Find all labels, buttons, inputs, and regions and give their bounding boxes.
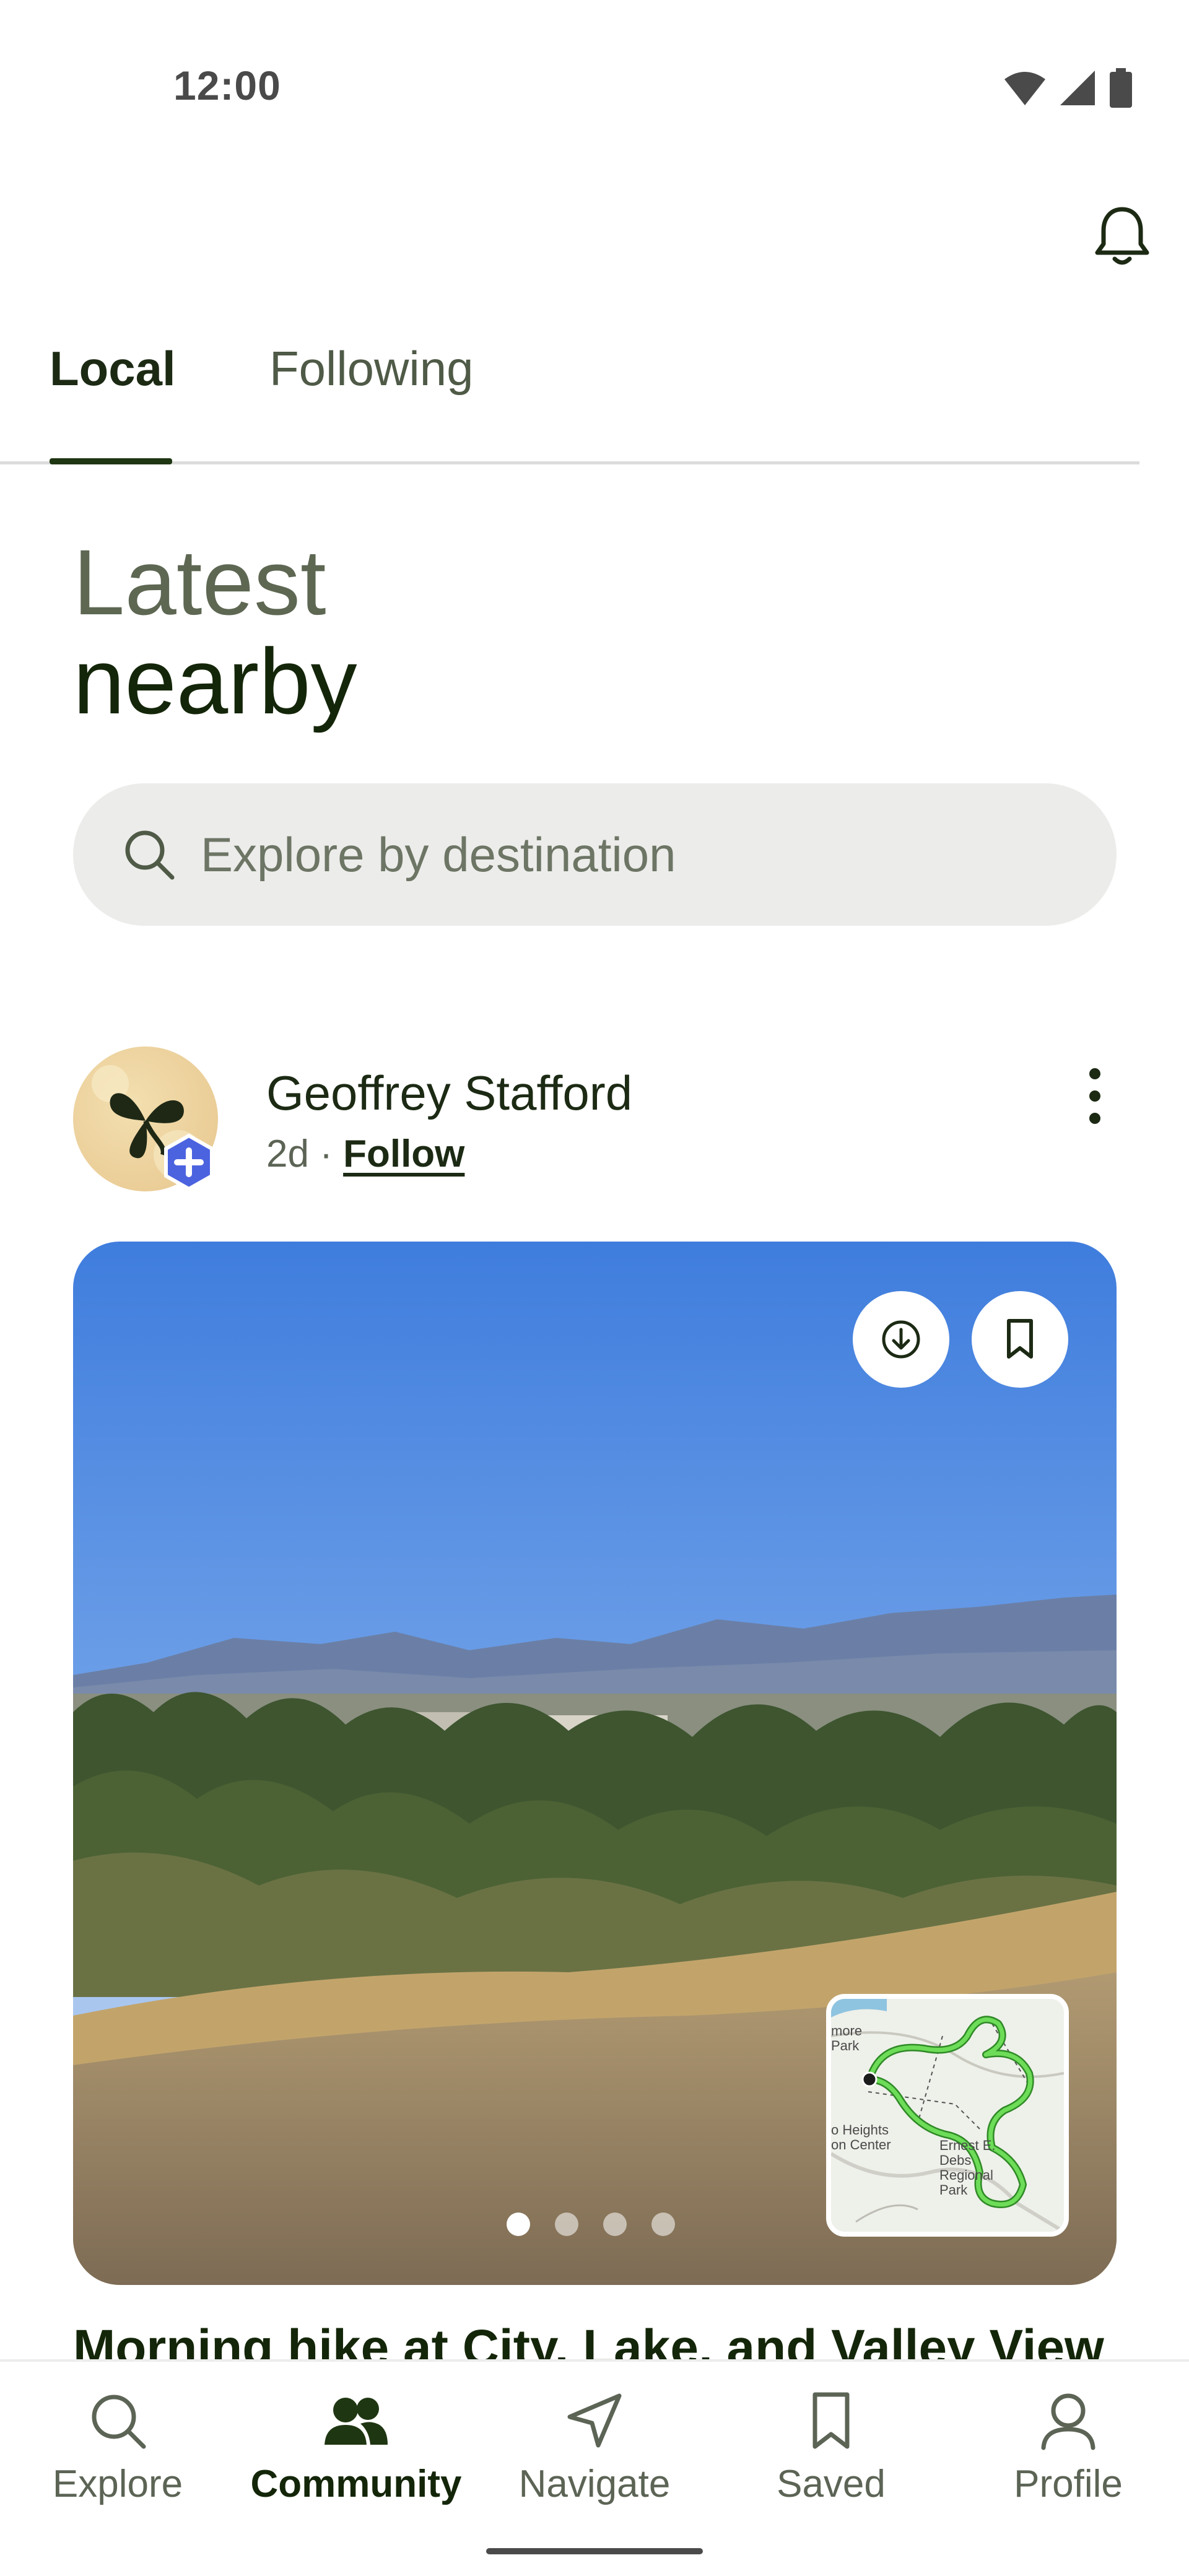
navigate-icon	[567, 2393, 622, 2448]
nav-profile-label: Profile	[1014, 2463, 1123, 2505]
map-label-center: o Heights on Center	[831, 2122, 891, 2152]
follow-link[interactable]: Follow	[343, 1133, 464, 1175]
status-icons	[1003, 68, 1133, 108]
post-photo-carousel[interactable]: more Park o Heights on Center Ernest E. …	[73, 1242, 1117, 2285]
page-title: Latest nearby	[73, 533, 357, 731]
home-indicator[interactable]	[486, 2548, 703, 2554]
carousel-dot[interactable]	[507, 2213, 530, 2236]
plus-member-badge-icon	[164, 1133, 214, 1191]
post-meta: 2d · Follow	[266, 1132, 464, 1176]
map-label-park: more Park	[831, 2023, 863, 2053]
nav-explore[interactable]: Explore	[0, 2387, 235, 2506]
carousel-dot[interactable]	[555, 2213, 578, 2236]
page-title-line2: nearby	[73, 629, 357, 733]
carousel-dot[interactable]	[651, 2213, 675, 2236]
author-name[interactable]: Geoffrey Stafford	[266, 1065, 632, 1121]
cell-signal-icon	[1060, 71, 1095, 105]
carousel-dots	[507, 2213, 675, 2236]
download-icon	[882, 1320, 920, 1359]
nav-profile[interactable]: Profile	[951, 2387, 1186, 2506]
status-bar: 12:00	[0, 0, 1189, 173]
nav-community[interactable]: Community	[238, 2387, 474, 2506]
download-button[interactable]	[853, 1291, 949, 1388]
tab-following[interactable]: Following	[269, 341, 473, 397]
feed-tabs: Local Following	[0, 322, 1139, 464]
search-icon	[92, 2395, 146, 2449]
nav-saved[interactable]: Saved	[713, 2387, 949, 2506]
carousel-dot[interactable]	[603, 2213, 627, 2236]
bottom-navigation: Explore Community Navigate Saved Profile	[0, 2359, 1189, 2576]
kebab-dot	[1089, 1090, 1100, 1102]
notifications-button[interactable]	[1085, 198, 1159, 272]
nav-navigate[interactable]: Navigate	[477, 2387, 712, 2506]
nav-community-label: Community	[250, 2463, 462, 2505]
route-map-thumbnail[interactable]: more Park o Heights on Center Ernest E. …	[826, 1994, 1069, 2237]
nav-navigate-label: Navigate	[518, 2463, 671, 2505]
status-time: 12:00	[173, 63, 281, 108]
search-icon	[125, 830, 175, 880]
wifi-icon	[1004, 72, 1045, 105]
destination-search[interactable]	[73, 783, 1117, 926]
battery-icon	[1110, 68, 1132, 108]
post-header: Geoffrey Stafford 2d · Follow	[73, 1046, 1138, 1195]
bookmark-icon	[1007, 1319, 1033, 1359]
search-input[interactable]	[201, 826, 1006, 883]
bell-icon	[1095, 207, 1149, 265]
meta-separator: ·	[320, 1133, 333, 1175]
page-title-line1: Latest	[73, 530, 326, 634]
save-button[interactable]	[972, 1291, 1068, 1388]
nav-saved-label: Saved	[777, 2463, 886, 2505]
community-icon	[324, 2398, 388, 2445]
active-tab-indicator	[50, 458, 172, 464]
tab-local[interactable]: Local	[50, 341, 176, 397]
bookmark-icon	[812, 2392, 850, 2449]
kebab-dot	[1089, 1113, 1100, 1124]
kebab-dot	[1089, 1068, 1100, 1079]
post-age: 2d	[266, 1133, 309, 1175]
map-label-debs: Ernest E. Debs Regional Park	[939, 2138, 996, 2198]
more-options-button[interactable]	[1064, 1059, 1126, 1133]
profile-icon	[1041, 2393, 1095, 2450]
nav-explore-label: Explore	[52, 2463, 183, 2505]
